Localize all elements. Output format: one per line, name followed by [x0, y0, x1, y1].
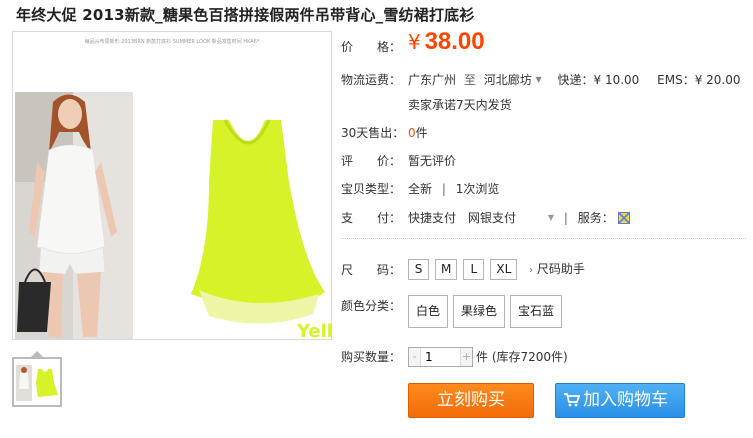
thumbnail-photo — [14, 359, 60, 405]
add-to-cart-label: 加入购物车 — [583, 390, 668, 410]
product-main-image[interactable]: 每品从布局新形 2013BRN 新款打底衫 SUMMER LOOK 新品发售时间… — [12, 31, 332, 340]
quantity-input[interactable] — [422, 348, 460, 366]
quantity-increase-button[interactable]: + — [460, 348, 472, 366]
size-option-s[interactable]: S — [408, 259, 429, 280]
sales-count: 0 — [408, 126, 416, 140]
sales-unit: 件 — [415, 126, 428, 140]
shipping-to: 河北廊坊 — [483, 73, 532, 87]
thumbnail-image[interactable] — [12, 357, 62, 407]
service-label: 服务： — [577, 211, 614, 225]
review-label: 评 价： — [341, 154, 402, 168]
size-row: 尺 码： S M L XL › 尺码助手 — [341, 259, 585, 280]
item-type-separator: | — [441, 182, 446, 196]
service-guarantee-icon[interactable] — [617, 212, 630, 224]
color-option-lime[interactable]: 果绿色 — [453, 295, 506, 328]
price-label: 价 格： — [341, 40, 402, 54]
item-condition: 全新 — [408, 182, 433, 196]
color-row: 颜色分类： 白色 果绿色 宝石蓝 — [341, 295, 563, 328]
payment-label: 支 付： — [341, 211, 402, 225]
size-option-m[interactable]: M — [435, 259, 458, 280]
payment-row: 支 付： 快捷支付 网银支付 ▼ | 服务： — [341, 209, 630, 226]
quantity-row: 购买数量： - + 件 (库存7200件) — [341, 347, 568, 367]
quantity-decrease-button[interactable]: - — [409, 348, 421, 366]
size-option-xl[interactable]: XL — [490, 259, 518, 280]
size-option-l[interactable]: L — [463, 259, 485, 280]
color-option-white[interactable]: 白色 — [408, 295, 449, 328]
buy-now-button[interactable]: 立刻购买 — [408, 383, 534, 418]
shipping-row: 物流运费： 广东广州 至 河北廊坊 ▼ 快递：¥ 10.00 EMS：¥ 20.… — [341, 71, 741, 88]
payment-methods: 快捷支付 网银支付 — [408, 211, 517, 225]
payment-dropdown-icon[interactable]: ▼ — [548, 213, 554, 222]
item-type-row: 宝贝类型： 全新 | 1次浏览 — [341, 180, 499, 197]
size-helper-link[interactable]: › 尺码助手 — [529, 262, 585, 276]
shipping-to-selector[interactable]: 河北廊坊 ▼ — [484, 73, 546, 87]
express-fee: 快递：¥ 10.00 — [557, 73, 640, 87]
ship-promise: 卖家承诺7天内发货 — [408, 98, 512, 112]
quantity-stepper: - + — [408, 347, 473, 367]
product-photo: Yellow — [15, 92, 332, 340]
shipping-label: 物流运费： — [341, 73, 402, 87]
add-to-cart-button[interactable]: 加入购物车 — [555, 383, 685, 418]
cart-icon — [564, 393, 580, 407]
price-value: 38.00 — [424, 28, 485, 55]
price-row: 价 格： ¥ 38.00 — [341, 28, 485, 55]
sales-row: 30天售出： 0件 — [341, 124, 428, 141]
size-helper-text: 尺码助手 — [536, 262, 585, 276]
route-separator: 至 — [463, 73, 476, 87]
chevron-right-icon: › — [529, 265, 534, 276]
review-value: 暂无评价 — [408, 154, 457, 168]
ship-promise-row: 卖家承诺7天内发货 — [408, 96, 512, 113]
chevron-down-icon: ▼ — [535, 75, 542, 84]
ems-fee: EMS：¥ 20.00 — [657, 73, 741, 87]
divider — [341, 238, 746, 239]
shipping-from: 广东广州 — [408, 73, 457, 87]
service-separator: | — [563, 211, 568, 225]
item-type-label: 宝贝类型： — [341, 182, 402, 196]
stock-info: 件 (库存7200件) — [476, 350, 568, 364]
item-views: 1次浏览 — [455, 182, 500, 196]
review-row: 评 价： 暂无评价 — [341, 152, 456, 169]
color-option-sapphire[interactable]: 宝石蓝 — [510, 295, 563, 328]
color-label: 颜色分类： — [341, 299, 402, 313]
size-label: 尺 码： — [341, 263, 402, 277]
quantity-label: 购买数量： — [341, 350, 402, 364]
currency-symbol: ¥ — [408, 30, 421, 54]
product-title: 年终大促 2013新款_糖果色百搭拼接假两件吊带背心_雪纺裙打底衫 — [16, 6, 475, 24]
watermark-text: Yellow — [296, 321, 332, 340]
sales-label: 30天售出： — [341, 126, 405, 140]
